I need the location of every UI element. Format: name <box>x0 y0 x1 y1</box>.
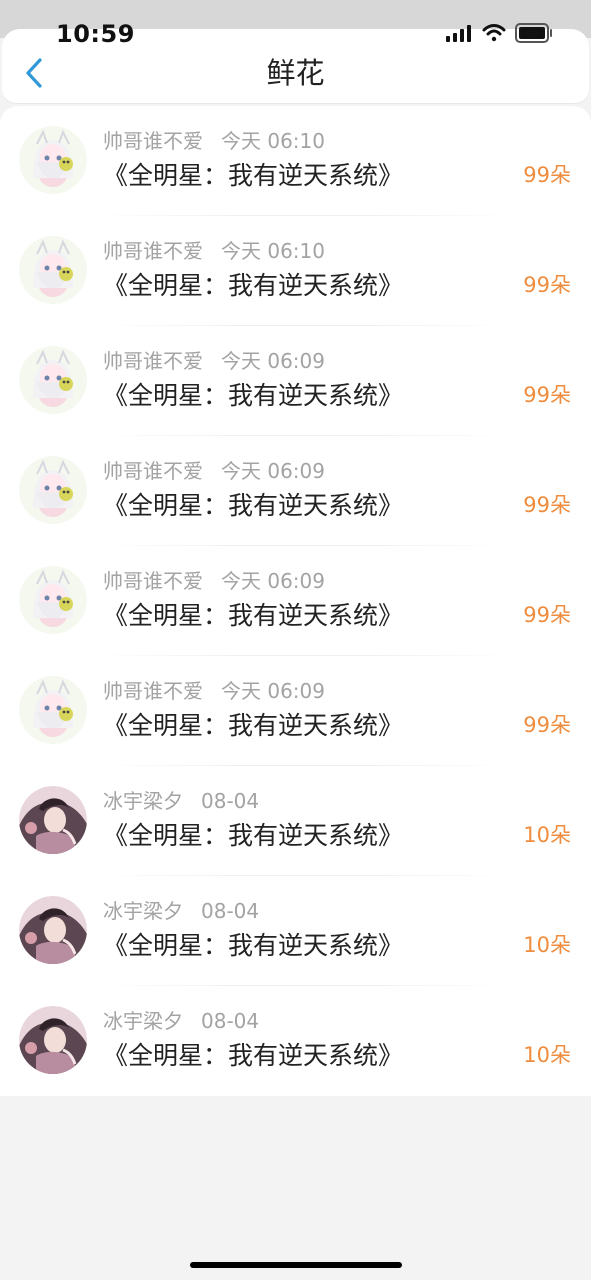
meta-line: 帅哥谁不爱 今天 06:10 <box>103 128 325 154</box>
meta-line: 帅哥谁不爱 今天 06:09 <box>103 458 325 484</box>
send-time: 08-04 <box>201 1009 260 1033</box>
avatar-anime-white-hair <box>19 236 87 304</box>
signal-icon <box>446 25 471 42</box>
send-time: 今天 06:09 <box>221 349 325 373</box>
book-title: 《全明星：我有逆天系统》 <box>103 161 404 190</box>
meta-line: 帅哥谁不爱 今天 06:10 <box>103 238 325 264</box>
book-title: 《全明星：我有逆天系统》 <box>103 381 404 410</box>
list-item[interactable]: 帅哥谁不爱 今天 06:09 《全明星：我有逆天系统》 99朵 <box>0 656 591 766</box>
sender-name: 帅哥谁不爱 <box>103 569 203 593</box>
book-title: 《全明星：我有逆天系统》 <box>103 601 404 630</box>
avatar-anime-white-hair <box>19 566 87 634</box>
list-item[interactable]: 帅哥谁不爱 今天 06:09 《全明星：我有逆天系统》 99朵 <box>0 546 591 656</box>
flower-amount: 10朵 <box>523 823 571 847</box>
send-time: 今天 06:09 <box>221 569 325 593</box>
send-time: 08-04 <box>201 899 260 923</box>
send-time: 今天 06:10 <box>221 129 325 153</box>
meta-line: 冰宇梁夕 08-04 <box>103 898 259 924</box>
meta-line: 冰宇梁夕 08-04 <box>103 1008 259 1034</box>
meta-line: 帅哥谁不爱 今天 06:09 <box>103 348 325 374</box>
list-item[interactable]: 帅哥谁不爱 今天 06:10 《全明星：我有逆天系统》 99朵 <box>0 106 591 216</box>
list-item[interactable]: 冰宇梁夕 08-04 《全明星：我有逆天系统》 10朵 <box>0 876 591 986</box>
status-icons <box>446 23 553 43</box>
sender-name: 帅哥谁不爱 <box>103 239 203 263</box>
book-title: 《全明星：我有逆天系统》 <box>103 931 404 960</box>
book-title: 《全明星：我有逆天系统》 <box>103 821 404 850</box>
send-time: 今天 06:10 <box>221 239 325 263</box>
flower-amount: 99朵 <box>523 273 571 297</box>
list-item[interactable]: 帅哥谁不爱 今天 06:10 《全明星：我有逆天系统》 99朵 <box>0 216 591 326</box>
sender-name: 帅哥谁不爱 <box>103 349 203 373</box>
send-time: 今天 06:09 <box>221 459 325 483</box>
sender-name: 冰宇梁夕 <box>103 1009 183 1033</box>
flower-list: 帅哥谁不爱 今天 06:10 《全明星：我有逆天系统》 99朵 帅哥谁不爱 今天… <box>0 106 591 1096</box>
status-bar: 10:59 <box>0 0 591 70</box>
sender-name: 冰宇梁夕 <box>103 789 183 813</box>
avatar-dark-hair-portrait <box>19 786 87 854</box>
avatar-dark-hair-portrait <box>19 896 87 964</box>
list-item[interactable]: 冰宇梁夕 08-04 《全明星：我有逆天系统》 10朵 <box>0 986 591 1096</box>
flower-amount: 99朵 <box>523 493 571 517</box>
list-item[interactable]: 帅哥谁不爱 今天 06:09 《全明星：我有逆天系统》 99朵 <box>0 326 591 436</box>
meta-line: 帅哥谁不爱 今天 06:09 <box>103 678 325 704</box>
meta-line: 帅哥谁不爱 今天 06:09 <box>103 568 325 594</box>
sender-name: 冰宇梁夕 <box>103 899 183 923</box>
sender-name: 帅哥谁不爱 <box>103 679 203 703</box>
flower-amount: 99朵 <box>523 713 571 737</box>
book-title: 《全明星：我有逆天系统》 <box>103 271 404 300</box>
flower-amount: 10朵 <box>523 1043 571 1067</box>
battery-icon <box>515 23 552 43</box>
book-title: 《全明星：我有逆天系统》 <box>103 1041 404 1070</box>
flower-amount: 10朵 <box>523 933 571 957</box>
sender-name: 帅哥谁不爱 <box>103 129 203 153</box>
book-title: 《全明星：我有逆天系统》 <box>103 491 404 520</box>
avatar-anime-white-hair <box>19 456 87 524</box>
send-time: 08-04 <box>201 789 260 813</box>
list-item[interactable]: 帅哥谁不爱 今天 06:09 《全明星：我有逆天系统》 99朵 <box>0 436 591 546</box>
avatar-anime-white-hair <box>19 676 87 744</box>
wifi-icon <box>482 24 506 42</box>
avatar-dark-hair-portrait <box>19 1006 87 1074</box>
send-time: 今天 06:09 <box>221 679 325 703</box>
sender-name: 帅哥谁不爱 <box>103 459 203 483</box>
meta-line: 冰宇梁夕 08-04 <box>103 788 259 814</box>
flower-amount: 99朵 <box>523 163 571 187</box>
avatar-anime-white-hair <box>19 346 87 414</box>
flower-amount: 99朵 <box>523 603 571 627</box>
list-item[interactable]: 冰宇梁夕 08-04 《全明星：我有逆天系统》 10朵 <box>0 766 591 876</box>
status-time: 10:59 <box>56 20 135 48</box>
book-title: 《全明星：我有逆天系统》 <box>103 711 404 740</box>
avatar-anime-white-hair <box>19 126 87 194</box>
flower-amount: 99朵 <box>523 383 571 407</box>
home-indicator[interactable] <box>190 1262 402 1268</box>
